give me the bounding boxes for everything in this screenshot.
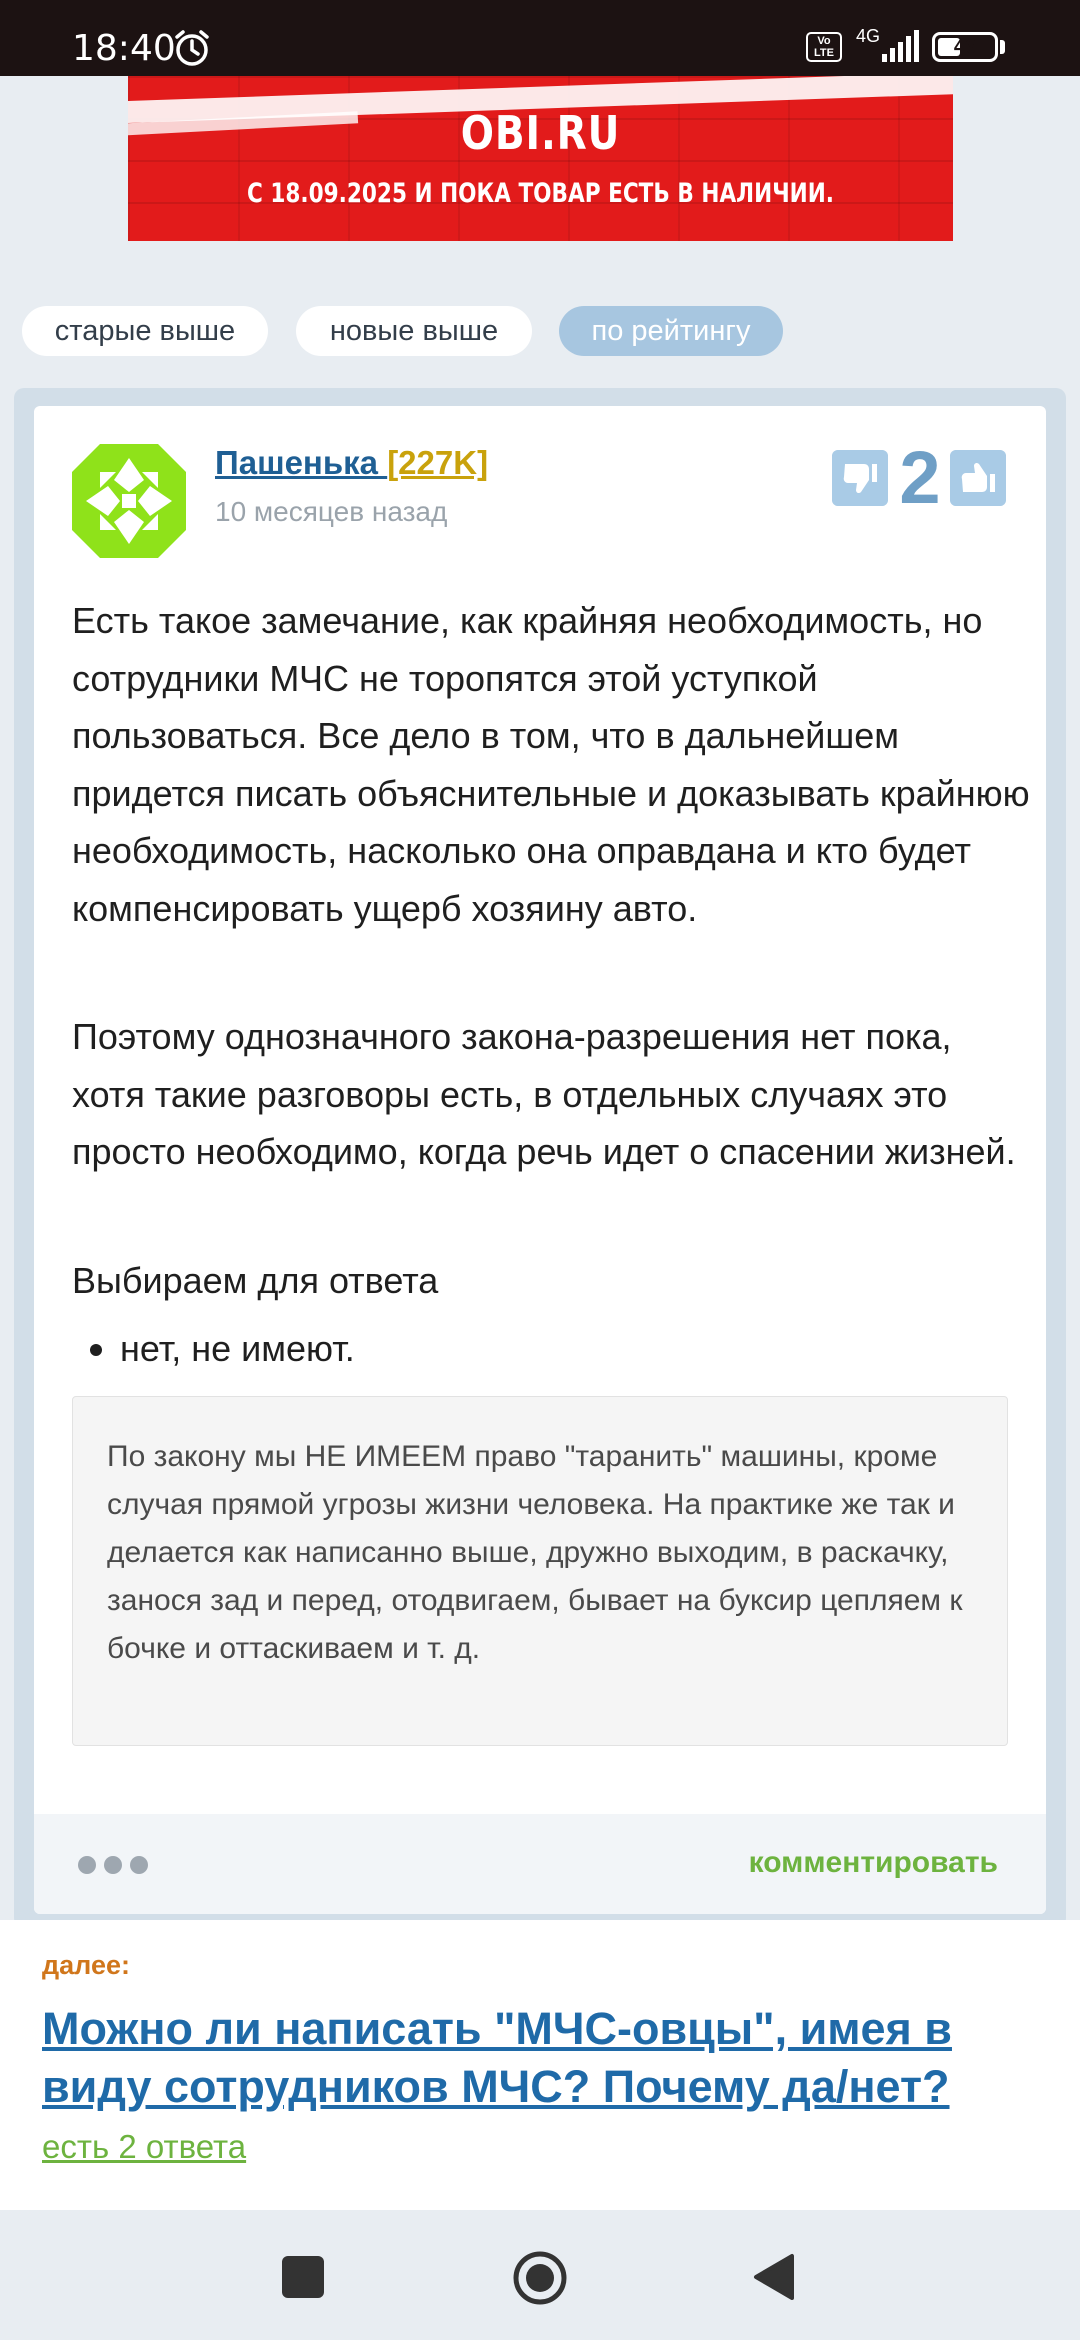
battery-level: 46	[953, 36, 977, 58]
author-name[interactable]: Пашенька	[215, 444, 387, 481]
ad-site: OBI.RU	[460, 106, 621, 160]
dot	[78, 1856, 96, 1874]
next-question: далее: Можно ли написать "МЧС-овцы", име…	[0, 1920, 1080, 2210]
sort-old-first-button[interactable]: старые выше	[22, 306, 268, 356]
answer-footer: комментировать	[34, 1814, 1046, 1914]
dot	[104, 1856, 122, 1874]
signal-icon	[882, 30, 919, 62]
status-time: 18:40	[72, 28, 176, 69]
home-circle-icon[interactable]	[512, 2250, 568, 2306]
answer-paragraph: Выбираем для ответа	[72, 1260, 439, 1301]
next-question-link[interactable]: Можно ли написать "МЧС-овцы", имея в вид…	[42, 2000, 1042, 2116]
battery-tip	[1000, 40, 1005, 54]
volte-icon: Vo LTE	[806, 32, 842, 62]
author-link[interactable]: Пашенька [227K]	[215, 444, 488, 482]
next-label: далее:	[42, 1950, 130, 1980]
answer-paragraph: Есть такое замечание, как крайняя необхо…	[72, 600, 1030, 929]
answer-quote: По закону мы НЕ ИМЕЕМ право "таранить" м…	[72, 1396, 1008, 1746]
vote-count: 2	[899, 436, 941, 519]
answer-time: 10 месяцев назад	[215, 496, 448, 527]
recents-square-icon[interactable]	[282, 2256, 324, 2298]
more-options-icon[interactable]	[78, 1856, 158, 1876]
comment-button[interactable]: комментировать	[749, 1846, 998, 1880]
navigation-bar	[0, 2210, 1080, 2340]
next-answers-link[interactable]: есть 2 ответа	[42, 2128, 246, 2166]
author-rank[interactable]: [227K]	[387, 444, 488, 481]
sort-new-first-button[interactable]: новые выше	[296, 306, 532, 356]
thumbs-up-icon[interactable]	[950, 450, 1006, 506]
ad-banner[interactable]: OBI.RU С 18.09.2025 И ПОКА ТОВАР ЕСТЬ В …	[128, 76, 953, 241]
avatar[interactable]	[72, 444, 186, 558]
alarm-icon	[175, 30, 209, 66]
thumbs-down-icon[interactable]	[832, 450, 888, 506]
bullet-text: нет, не имеют.	[120, 1328, 355, 1369]
quote-text: По закону мы НЕ ИМЕЕМ право "таранить" м…	[107, 1440, 963, 1665]
sort-by-rating-button[interactable]: по рейтингу	[559, 306, 783, 356]
dot	[130, 1856, 148, 1874]
battery-icon: 46	[932, 32, 998, 62]
status-bar: 18:40 Vo LTE 4G 46	[0, 0, 1080, 76]
network-type: 4G	[856, 26, 881, 46]
back-triangle-icon[interactable]	[752, 2252, 796, 2302]
answer-bullet-item: нет, не имеют.	[90, 1320, 355, 1378]
answer-paragraph: Поэтому однозначного закона-разрешения н…	[72, 1016, 1016, 1173]
bullet-dot	[90, 1344, 102, 1356]
ad-promo: С 18.09.2025 И ПОКА ТОВАР ЕСТЬ В НАЛИЧИИ…	[246, 178, 835, 209]
